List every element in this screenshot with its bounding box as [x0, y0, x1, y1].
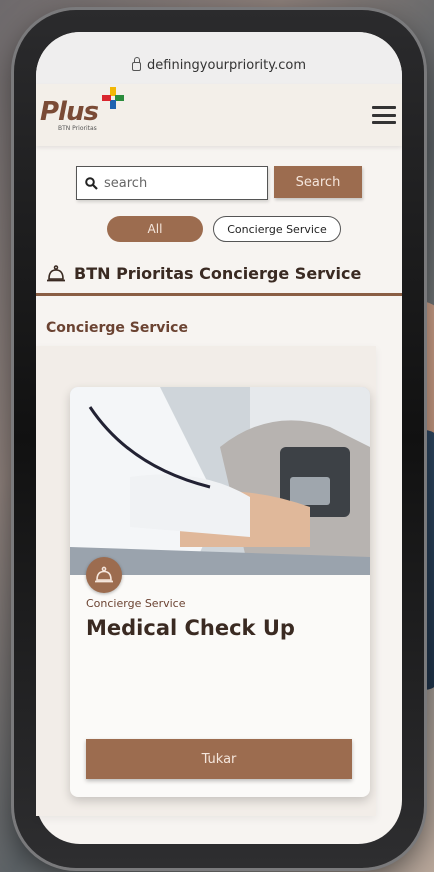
filter-concierge-button[interactable]: Concierge Service: [213, 216, 341, 242]
category-label: Concierge Service: [46, 320, 188, 336]
card-title: Medical Check Up: [86, 616, 295, 640]
search-button[interactable]: Search: [274, 166, 362, 198]
section-title: BTN Prioritas Concierge Service: [74, 264, 362, 283]
search-input[interactable]: [104, 175, 254, 191]
section-header: BTN Prioritas Concierge Service: [36, 264, 402, 296]
lock-icon: [132, 57, 142, 71]
service-card[interactable]: Concierge Service Medical Check Up Tukar: [70, 387, 370, 797]
search-row: Search: [36, 166, 402, 200]
medical-photo: [70, 387, 370, 575]
filter-all-button[interactable]: All: [107, 216, 203, 242]
browser-url-bar[interactable]: definingyourpriority.com: [36, 32, 402, 84]
concierge-bell-icon: [47, 264, 65, 281]
logo[interactable]: Plus BTN Prioritas: [40, 86, 124, 132]
hamburger-menu-icon[interactable]: [372, 106, 396, 124]
redeem-button[interactable]: Tukar: [86, 739, 352, 779]
app-header: Plus BTN Prioritas: [36, 84, 402, 146]
plus-logo-icon: [102, 86, 124, 109]
logo-subtext: BTN Prioritas: [58, 124, 97, 132]
medical-checkup-image: [70, 387, 370, 575]
filter-row: All Concierge Service: [36, 216, 402, 242]
phone-frame: definingyourpriority.com Plus BTN Priori…: [14, 10, 424, 868]
search-icon: [85, 176, 98, 190]
service-bell-icon: [86, 557, 122, 593]
logo-text: Plus: [40, 96, 99, 127]
url-text: definingyourpriority.com: [147, 57, 306, 73]
search-box: [76, 166, 268, 200]
